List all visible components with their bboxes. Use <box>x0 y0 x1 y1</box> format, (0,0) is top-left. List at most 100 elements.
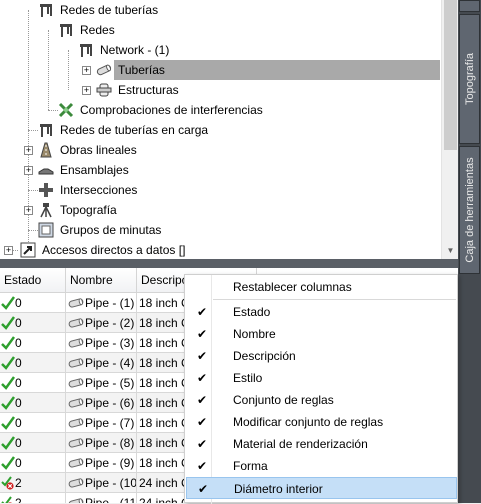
menu-item[interactable]: Restablecer columnas <box>186 276 457 298</box>
expand-toggle[interactable]: + <box>24 166 33 175</box>
pipe-icon <box>68 358 84 368</box>
nombre-value: Pipe - (10) <box>85 476 137 490</box>
side-tab-strip: Topografía Caja de herramientas <box>458 0 481 503</box>
checkmark-icon: ✔ <box>196 305 208 319</box>
tab-topografia[interactable]: Topografía <box>459 14 480 144</box>
shortcut-icon <box>20 242 36 258</box>
cell-nombre: Pipe - (8) <box>66 433 137 453</box>
ok-check-icon <box>1 416 15 430</box>
cell-nombre: Pipe - (4) <box>66 353 137 373</box>
cell-estado: 0 <box>0 293 66 313</box>
estado-value: 0 <box>15 416 22 430</box>
menu-item[interactable]: ✔ Material de renderización <box>186 433 457 455</box>
scrollbar-thumb[interactable] <box>444 0 457 150</box>
assembly-icon <box>38 162 54 178</box>
view-frame-icon <box>38 222 54 238</box>
menu-item[interactable]: ✔ Conjunto de reglas <box>186 389 457 411</box>
estado-value: 2 <box>15 496 22 503</box>
menu-item[interactable]: ✔ Estado <box>186 301 457 323</box>
expand-toggle[interactable]: + <box>24 146 33 155</box>
error-icon <box>1 496 12 503</box>
menu-item[interactable]: ✔ Estilo <box>186 367 457 389</box>
tab-caja-de-herramientas[interactable]: Caja de herramientas <box>459 146 480 274</box>
pipe-icon <box>68 378 84 388</box>
estado-value: 0 <box>15 356 22 370</box>
cell-nombre: Pipe - (11) <box>66 493 137 503</box>
expand-toggle[interactable]: + <box>82 66 91 75</box>
cell-nombre: Pipe - (1) <box>66 293 137 313</box>
column-context-menu: Restablecer columnas ✔ Estado ✔ Nombre ✔ Descr… <box>184 274 458 504</box>
structure-icon <box>96 82 112 98</box>
tree-item-label: Accesos directos a datos [] <box>42 243 186 257</box>
ok-check-icon <box>1 456 15 470</box>
pipe-network-icon <box>58 22 74 38</box>
estado-value: 0 <box>15 436 22 450</box>
nombre-value: Pipe - (4) <box>85 356 135 370</box>
estado-value: 0 <box>15 456 22 470</box>
pipe-icon <box>68 338 84 348</box>
tree-item-tuberias[interactable]: + Tuberías <box>0 60 441 80</box>
nombre-value: Pipe - (5) <box>85 376 135 390</box>
cell-estado: 0 <box>0 313 66 333</box>
cell-estado: 0 <box>0 413 66 433</box>
expand-toggle[interactable]: + <box>4 246 13 255</box>
nombre-value: Pipe - (9) <box>85 456 135 470</box>
expand-toggle[interactable]: + <box>24 206 33 215</box>
estado-value: 2 <box>15 476 22 490</box>
tree-item-label: Estructuras <box>118 83 179 97</box>
tree-scrollbar[interactable]: ▼ <box>441 0 458 259</box>
estado-value: 0 <box>15 296 22 310</box>
ok-check-icon <box>1 376 15 390</box>
ok-check-icon <box>1 396 15 410</box>
pipe-icon <box>68 458 84 468</box>
menu-item[interactable]: ✔ Diámetro interior <box>186 477 457 499</box>
menu-item[interactable]: ✔ Descripción <box>186 345 457 367</box>
checkmark-icon: ✔ <box>196 415 208 429</box>
pipe-network-icon <box>78 42 94 58</box>
cell-estado: 0 <box>0 433 66 453</box>
tab-partial-top[interactable] <box>459 0 480 12</box>
survey-icon <box>38 202 54 218</box>
tree-item-label: Intersecciones <box>60 183 138 197</box>
interference-icon <box>58 102 74 118</box>
column-header-estado[interactable]: Estado <box>0 268 66 293</box>
tree-item-label: Tuberías <box>116 60 167 80</box>
cell-nombre: Pipe - (9) <box>66 453 137 473</box>
tree-item-label: Grupos de minutas <box>60 223 162 237</box>
nombre-value: Pipe - (8) <box>85 436 135 450</box>
panel-splitter[interactable] <box>0 259 458 268</box>
menu-item[interactable]: ✔ Forma <box>186 455 457 477</box>
nombre-value: Pipe - (3) <box>85 336 135 350</box>
menu-item-label: Diámetro interior <box>234 482 323 496</box>
checkmark-icon: ✔ <box>196 371 208 385</box>
cell-estado: 0 <box>0 393 66 413</box>
menu-item[interactable]: ✔ Nombre <box>186 323 457 345</box>
scroll-down-arrow-icon[interactable]: ▼ <box>442 242 459 259</box>
pipe-icon <box>96 62 112 78</box>
pipe-icon <box>68 298 84 308</box>
prospector-tree: Redes de tuberías Redes Network - (1) + … <box>0 0 441 259</box>
tree-item-label: Network - (1) <box>100 43 170 57</box>
estado-value: 0 <box>15 336 22 350</box>
nombre-value: Pipe - (11) <box>85 496 137 503</box>
pipe-icon <box>68 398 84 408</box>
tree-item-label: Ensamblajes <box>60 163 129 177</box>
menu-item-label: Estado <box>233 305 271 319</box>
expand-toggle[interactable]: + <box>82 86 91 95</box>
pipe-icon <box>68 438 84 448</box>
nombre-value: Pipe - (7) <box>85 416 135 430</box>
cell-nombre: Pipe - (5) <box>66 373 137 393</box>
error-icon <box>1 476 14 490</box>
cell-estado: 2 <box>0 493 66 503</box>
nombre-value: Pipe - (6) <box>85 396 135 410</box>
menu-item-label: Conjunto de reglas <box>233 393 334 407</box>
ok-check-icon <box>1 436 15 450</box>
menu-item-label: Estilo <box>233 371 263 385</box>
menu-item-label: Modificar conjunto de reglas <box>233 415 384 429</box>
column-header-nombre[interactable]: Nombre <box>66 268 137 293</box>
tree-item-label: Obras lineales <box>60 143 137 157</box>
tree-item-label: Redes <box>80 23 115 37</box>
menu-item[interactable]: ✔ Modificar conjunto de reglas <box>186 411 457 433</box>
pipe-icon <box>68 498 84 503</box>
pipe-icon <box>68 418 84 428</box>
